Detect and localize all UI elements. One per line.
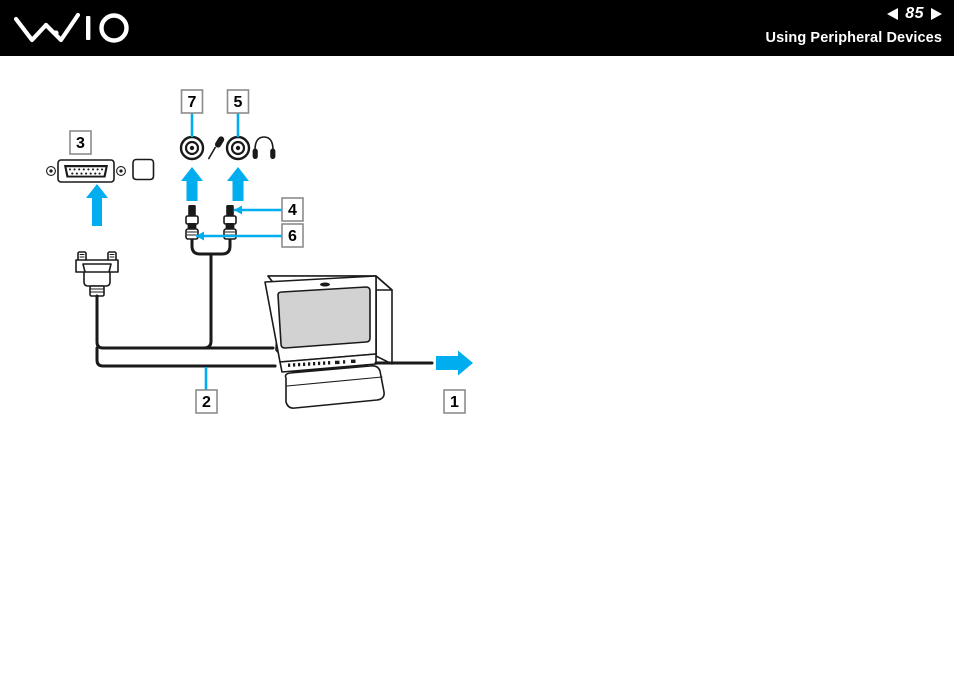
microphone-icon <box>208 136 225 160</box>
headphone-icon <box>252 136 276 159</box>
triangle-right-icon[interactable] <box>931 8 942 20</box>
callout-7-label: 7 <box>188 94 197 111</box>
page-content: .ln { fill:none; stroke:#1a1a1a; stroke-… <box>0 56 954 674</box>
headphone-insert-arrow <box>227 167 249 201</box>
callout-3-label: 3 <box>76 135 85 152</box>
page-header: 85 Using Peripheral Devices <box>0 0 954 56</box>
monitor-symbol-icon <box>132 158 155 181</box>
callout-6: 6 <box>196 223 304 248</box>
callout-2-label: 2 <box>202 394 211 411</box>
callout-5-label: 5 <box>234 94 243 111</box>
audio-mini-plug-left <box>185 205 199 240</box>
vga-monitor-port <box>46 159 126 183</box>
section-title: Using Peripheral Devices <box>765 30 942 46</box>
callout-2: 2 <box>195 367 218 414</box>
callout-7: 7 <box>180 89 204 137</box>
power-cord-arrow-right <box>436 350 473 376</box>
connection-diagram: .ln { fill:none; stroke:#1a1a1a; stroke-… <box>40 86 520 446</box>
callout-1: 1 <box>443 389 466 414</box>
page-number: 85 <box>905 5 924 22</box>
callout-1-label: 1 <box>450 394 459 411</box>
header-right-group: 85 Using Peripheral Devices <box>622 4 942 46</box>
audio-cable <box>190 236 232 350</box>
vga-cable <box>95 306 277 368</box>
callout-3: 3 <box>69 130 92 155</box>
vaio-logo <box>13 6 142 48</box>
callout-5: 5 <box>226 89 250 137</box>
triangle-left-icon[interactable] <box>887 8 899 20</box>
page-navigation: 85 <box>622 4 942 24</box>
microphone-jack-port <box>179 135 205 161</box>
vga-cable-plug <box>75 251 119 312</box>
microphone-insert-arrow <box>181 167 203 201</box>
callout-4: 4 <box>234 197 304 222</box>
vga-insert-arrow <box>86 184 108 226</box>
crt-television-display <box>264 275 393 409</box>
callout-4-label: 4 <box>288 202 297 219</box>
callout-6-label: 6 <box>288 228 297 245</box>
headphone-jack-port <box>225 135 251 161</box>
